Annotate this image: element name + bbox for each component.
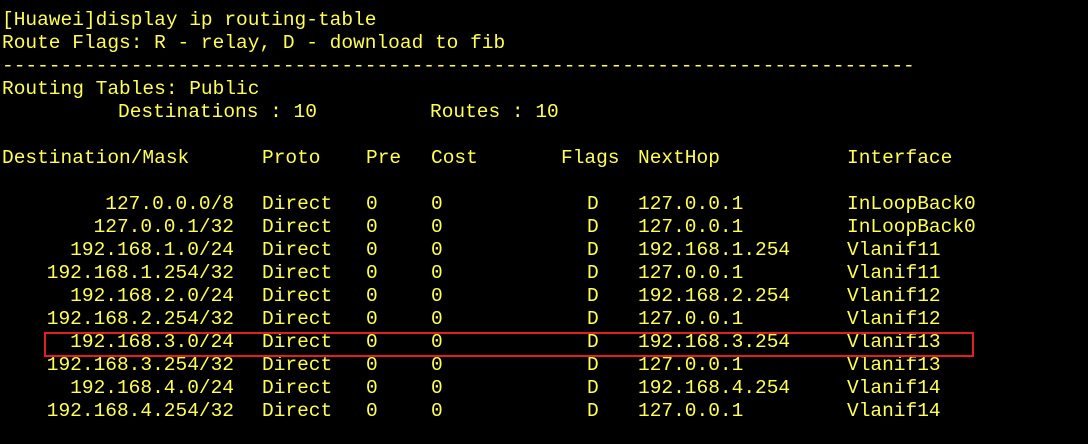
row-cost: 0 (431, 193, 443, 215)
row-pre: 0 (366, 239, 378, 261)
row-nexthop: 127.0.0.1 (638, 193, 744, 215)
row-cost: 0 (431, 262, 443, 284)
header-pre: Pre (366, 147, 402, 169)
table-row: 192.168.3.254/32 Direct 0 0 D 127.0.0.1 Vlanif… (0, 354, 1088, 377)
summary-line: Destinations : 10 Routes : 10 (0, 101, 1088, 124)
row-interface: Vlanif13 (847, 331, 941, 353)
row-destination: 192.168.3.0/24 (70, 331, 234, 353)
row-flags: D (587, 285, 599, 307)
table-row: 127.0.0.1/32 Direct 0 0 D 127.0.0.1 InLoopBack… (0, 216, 1088, 239)
table-row: 192.168.4.0/24 Direct 0 0 D 192.168.4.254 Vlan… (0, 377, 1088, 400)
row-nexthop: 127.0.0.1 (638, 262, 744, 284)
row-flags: D (587, 354, 599, 376)
row-proto: Direct (262, 377, 333, 399)
command-line: [Huawei]display ip routing-table (2, 9, 377, 31)
row-pre: 0 (366, 377, 378, 399)
row-flags: D (587, 331, 599, 353)
row-nexthop: 192.168.1.254 (638, 239, 791, 261)
row-interface: Vlanif14 (847, 400, 941, 422)
row-pre: 0 (366, 400, 378, 422)
row-interface: InLoopBack0 (847, 193, 976, 215)
row-flags: D (587, 216, 599, 238)
row-proto: Direct (262, 193, 333, 215)
row-destination: 192.168.3.254/32 (46, 354, 234, 376)
row-flags: D (587, 400, 599, 422)
routing-tables-line: Routing Tables: Public (2, 78, 260, 100)
row-nexthop: 127.0.0.1 (638, 354, 744, 376)
row-pre: 0 (366, 308, 378, 330)
row-cost: 0 (431, 308, 443, 330)
row-nexthop: 127.0.0.1 (638, 308, 744, 330)
row-proto: Direct (262, 285, 333, 307)
row-cost: 0 (431, 216, 443, 238)
row-pre: 0 (366, 331, 378, 353)
row-destination: 192.168.4.0/24 (70, 377, 234, 399)
row-interface: Vlanif11 (847, 239, 941, 261)
row-destination: 127.0.0.0/8 (105, 193, 234, 215)
table-row: 127.0.0.0/8 Direct 0 0 D 127.0.0.1 InLoopBack0 (0, 193, 1088, 216)
row-cost: 0 (431, 239, 443, 261)
destinations-count: Destinations : 10 (118, 101, 317, 123)
row-cost: 0 (431, 354, 443, 376)
header-interface: Interface (847, 147, 953, 169)
row-pre: 0 (366, 354, 378, 376)
table-row: 192.168.2.0/24 Direct 0 0 D 192.168.2.254 Vlan… (0, 285, 1088, 308)
table-row: 192.168.1.254/32 Direct 0 0 D 127.0.0.1 Vlanif… (0, 262, 1088, 285)
row-interface: InLoopBack0 (847, 216, 976, 238)
row-proto: Direct (262, 354, 333, 376)
header-proto: Proto (262, 147, 321, 169)
header-cost: Cost (431, 147, 478, 169)
row-interface: Vlanif11 (847, 262, 941, 284)
row-nexthop: 127.0.0.1 (638, 400, 744, 422)
row-proto: Direct (262, 216, 333, 238)
row-pre: 0 (366, 216, 378, 238)
row-nexthop: 192.168.3.254 (638, 331, 791, 353)
row-flags: D (587, 262, 599, 284)
table-row: 192.168.1.0/24 Direct 0 0 D 192.168.1.254 Vlan… (0, 239, 1088, 262)
row-flags: D (587, 193, 599, 215)
table-row: 192.168.4.254/32 Direct 0 0 D 127.0.0.1 Vlanif… (0, 400, 1088, 423)
row-flags: D (587, 377, 599, 399)
row-proto: Direct (262, 239, 333, 261)
row-nexthop: 192.168.4.254 (638, 377, 791, 399)
row-flags: D (587, 308, 599, 330)
row-proto: Direct (262, 331, 333, 353)
row-proto: Direct (262, 262, 333, 284)
row-interface: Vlanif12 (847, 285, 941, 307)
row-cost: 0 (431, 331, 443, 353)
row-cost: 0 (431, 377, 443, 399)
row-proto: Direct (262, 400, 333, 422)
header-destination: Destination/Mask (2, 147, 190, 169)
table-header: Destination/Mask Proto Pre Cost Flags Ne… (0, 147, 1088, 170)
separator-line: ----------------------------------------… (2, 55, 915, 77)
row-pre: 0 (366, 262, 378, 284)
row-destination: 127.0.0.1/32 (93, 216, 234, 238)
routes-count: Routes : 10 (430, 101, 559, 123)
header-nexthop: NextHop (638, 147, 720, 169)
row-pre: 0 (366, 193, 378, 215)
row-interface: Vlanif12 (847, 308, 941, 330)
row-destination: 192.168.2.254/32 (46, 308, 234, 330)
route-flags-line: Route Flags: R - relay, D - download to … (2, 32, 506, 54)
row-nexthop: 127.0.0.1 (638, 216, 744, 238)
terminal-window[interactable]: [Huawei]display ip routing-table Route F… (0, 0, 1088, 444)
row-pre: 0 (366, 285, 378, 307)
row-destination: 192.168.2.0/24 (70, 285, 234, 307)
row-flags: D (587, 239, 599, 261)
row-interface: Vlanif14 (847, 377, 941, 399)
row-cost: 0 (431, 285, 443, 307)
row-proto: Direct (262, 308, 333, 330)
table-row: 192.168.2.254/32 Direct 0 0 D 127.0.0.1 Vlanif… (0, 308, 1088, 331)
row-destination: 192.168.4.254/32 (46, 400, 234, 422)
row-destination: 192.168.1.254/32 (46, 262, 234, 284)
row-nexthop: 192.168.2.254 (638, 285, 791, 307)
table-row: 192.168.3.0/24 Direct 0 0 D 192.168.3.254 Vlan… (0, 331, 1088, 354)
row-interface: Vlanif13 (847, 354, 941, 376)
row-destination: 192.168.1.0/24 (70, 239, 234, 261)
header-flags: Flags (561, 147, 620, 169)
row-cost: 0 (431, 400, 443, 422)
